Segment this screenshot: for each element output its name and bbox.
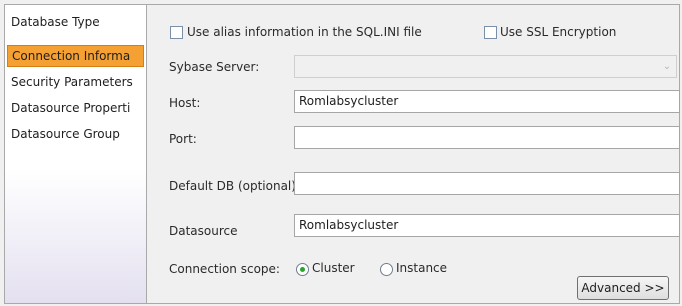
default-db-field[interactable]	[294, 172, 680, 195]
connection-wizard-panel: Database Type Connection Informa Securit…	[4, 4, 680, 304]
port-label: Port:	[169, 132, 197, 146]
advanced-button[interactable]: Advanced >>	[577, 276, 669, 300]
connection-information-form: Use alias information in the SQL.INI fil…	[147, 5, 680, 303]
chevron-down-icon: ⌄	[662, 61, 672, 72]
sidebar-item-datasource-properties[interactable]: Datasource Properti	[7, 97, 144, 119]
datasource-label: Datasource	[169, 224, 238, 238]
datasource-field[interactable]: Romlabsycluster	[294, 214, 680, 237]
connection-scope-label: Connection scope:	[169, 262, 280, 276]
sidebar-item-connection-information[interactable]: Connection Informa	[7, 45, 144, 67]
use-ssl-label: Use SSL Encryption	[500, 25, 617, 39]
sidebar-item-security-parameters[interactable]: Security Parameters	[7, 71, 144, 93]
sidebar-item-datasource-group[interactable]: Datasource Group	[7, 123, 144, 145]
use-ssl-checkbox[interactable]	[484, 26, 497, 39]
scope-cluster-label: Cluster	[312, 261, 355, 275]
scope-instance-radio[interactable]	[380, 263, 393, 276]
host-label: Host:	[169, 96, 201, 110]
sybase-server-select[interactable]: ⌄	[294, 55, 677, 78]
default-db-label: Default DB (optional):	[169, 179, 300, 193]
sidebar: Database Type Connection Informa Securit…	[5, 5, 147, 303]
scope-cluster-radio[interactable]	[296, 263, 309, 276]
use-alias-checkbox[interactable]	[170, 26, 183, 39]
sybase-server-label: Sybase Server:	[169, 60, 260, 74]
port-field[interactable]	[294, 126, 680, 149]
use-alias-label: Use alias information in the SQL.INI fil…	[187, 25, 422, 39]
scope-instance-label: Instance	[396, 261, 448, 275]
radio-selected-dot	[300, 267, 305, 272]
sidebar-item-database-type[interactable]: Database Type	[7, 11, 144, 33]
host-field[interactable]: Romlabsycluster	[294, 90, 680, 113]
